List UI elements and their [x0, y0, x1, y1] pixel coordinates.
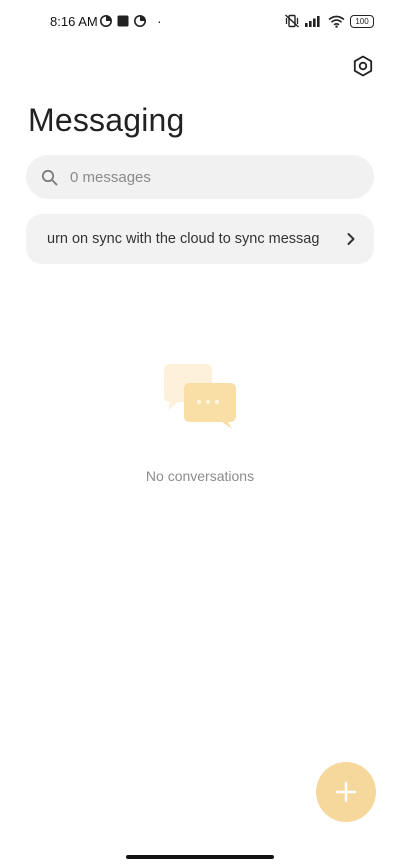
- hexagon-settings-icon: [353, 55, 373, 77]
- page-title: Messaging: [28, 102, 185, 138]
- wifi-icon: [328, 15, 345, 28]
- signal-icon: [305, 16, 320, 27]
- status-notification-icons: ·: [100, 13, 162, 29]
- empty-state-text: No conversations: [145, 468, 255, 484]
- more-notifications-dot: ·: [157, 13, 162, 29]
- plus-icon: [335, 781, 357, 803]
- status-bar: 8:16 AM · 100: [0, 0, 400, 46]
- chevron-right-icon: [346, 232, 356, 246]
- new-conversation-button[interactable]: [316, 762, 376, 822]
- sync-banner-text: urn on sync with the cloud to sync messa…: [47, 231, 320, 247]
- search-icon: [41, 169, 58, 185]
- vibrate-off-icon: [285, 14, 299, 28]
- data-saver-icon: [100, 15, 112, 27]
- status-time: 8:16 AM: [50, 14, 98, 29]
- sync-banner[interactable]: urn on sync with the cloud to sync messa…: [26, 214, 374, 264]
- empty-conversations-illustration: [162, 362, 238, 430]
- search-input[interactable]: [68, 167, 352, 187]
- home-indicator[interactable]: [126, 855, 274, 859]
- chat-bubbles-icon: [164, 364, 236, 429]
- status-system-icons: 100: [284, 14, 374, 28]
- square-notification-icon: [117, 15, 129, 27]
- sync-text-container: urn on sync with the cloud to sync messa…: [47, 230, 338, 248]
- settings-button[interactable]: [350, 53, 376, 79]
- battery-level: 100: [355, 16, 369, 26]
- search-bar[interactable]: [26, 155, 374, 199]
- battery-icon: 100: [350, 14, 374, 28]
- data-saver-icon-2: [134, 15, 146, 27]
